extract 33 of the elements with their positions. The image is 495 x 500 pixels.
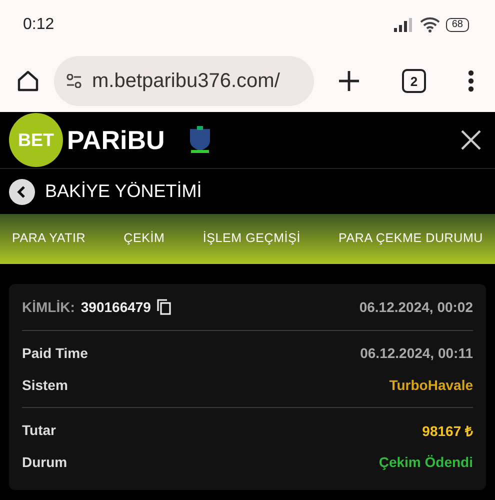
logo-text[interactable]: PARiBU <box>67 124 165 156</box>
new-tab-icon[interactable] <box>338 70 360 92</box>
field-value: TurboHavale <box>389 377 473 393</box>
field-label: Sistem <box>22 377 68 393</box>
back-button[interactable] <box>9 178 35 204</box>
site-settings-icon[interactable] <box>66 74 82 88</box>
created-date: 06.12.2024, 00:02 <box>359 299 473 315</box>
url-text: m.betparibu376.com/ <box>92 70 280 92</box>
tab-count-button[interactable]: 2 <box>402 69 426 93</box>
field-value: 06.12.2024, 00:11 <box>360 345 473 361</box>
nav-tab[interactable]: PARA ÇEKME DURUMU <box>338 227 483 251</box>
battery-icon: 68 <box>446 18 469 32</box>
copy-icon[interactable] <box>156 299 171 315</box>
field-label: Durum <box>22 454 68 470</box>
chevron-left-icon <box>16 186 28 198</box>
close-icon[interactable] <box>461 130 481 150</box>
address-bar[interactable]: m.betparibu376.com/ <box>54 56 314 106</box>
logo-badge[interactable]: BET <box>9 113 63 167</box>
menu-icon[interactable] <box>468 70 474 92</box>
field-label: Tutar <box>22 422 56 438</box>
nav-tab[interactable]: İŞLEM GEÇMİŞİ <box>202 227 300 251</box>
field-label: Paid Time <box>22 345 88 361</box>
signal-icon <box>394 18 414 32</box>
id-label: KİMLİK: <box>22 299 75 315</box>
home-icon[interactable] <box>16 69 40 93</box>
wifi-icon <box>420 17 440 33</box>
page-title: BAKİYE YÖNETİMİ <box>45 181 202 202</box>
field-value: Çekim Ödendi <box>378 454 473 470</box>
id-value: 390166479 <box>80 299 151 315</box>
status-time: 0:12 <box>23 16 54 34</box>
nav-tab[interactable]: PARA YATIR <box>12 227 86 251</box>
nav-tab[interactable]: ÇEKİM <box>124 227 165 251</box>
field-value: 98167 ₺ <box>422 422 473 440</box>
